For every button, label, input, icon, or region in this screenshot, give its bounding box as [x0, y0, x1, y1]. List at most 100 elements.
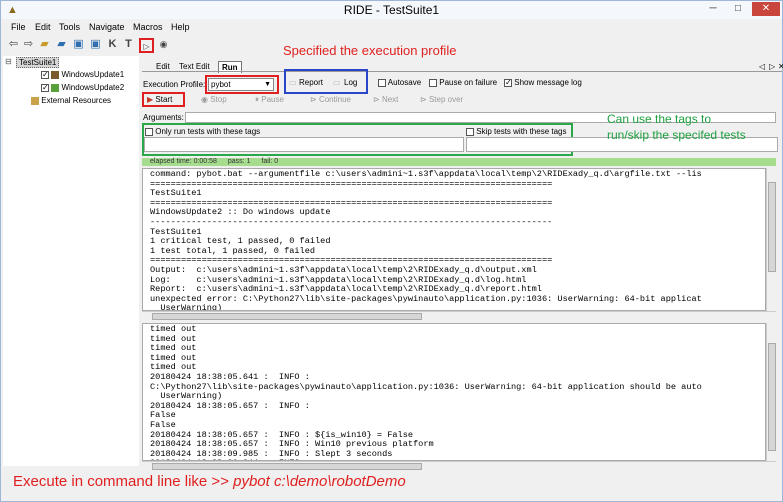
execution-profile-label: Execution Profile: — [143, 80, 206, 89]
tag-search-icon[interactable]: T — [122, 38, 135, 51]
testcase-pass-icon — [51, 83, 60, 92]
run-icon[interactable]: ▷ — [139, 38, 154, 53]
console-line: unexpected error: C:\Python27\lib\site-p… — [150, 293, 702, 304]
step-over-icon: ⊳ — [420, 95, 427, 104]
stop-button[interactable]: ◉ Stop — [201, 95, 227, 104]
next-icon: ⊳ — [373, 95, 380, 104]
show-message-log-checkbox[interactable]: ✓ — [504, 78, 512, 87]
pause-label: Pause — [261, 95, 284, 104]
fail-count: fail: 0 — [261, 158, 279, 165]
arrow-right-icon[interactable]: ⇨ — [22, 38, 35, 51]
annotation-command: pybot c:\demo\robotDemo — [233, 473, 406, 490]
start-label: Start — [155, 95, 173, 104]
tree-item-testsuite1[interactable]: TestSuite1 — [16, 57, 60, 68]
scrollbar-thumb[interactable] — [768, 182, 776, 272]
menu-help[interactable]: Help — [171, 22, 190, 32]
autosave-checkbox[interactable] — [378, 78, 386, 87]
checkbox-windowsupdate2[interactable]: ✓ — [41, 83, 49, 92]
console-line: ========================================… — [150, 178, 553, 189]
console-vertical-scrollbar[interactable] — [766, 168, 776, 311]
scrollbar-thumb[interactable] — [152, 463, 422, 470]
skip-tags-label: Skip tests with these tags — [476, 127, 567, 136]
keyword-search-icon[interactable]: K — [106, 38, 119, 51]
stop-icon[interactable]: ◉ — [157, 38, 170, 51]
open-folder-icon[interactable]: ▰ — [38, 38, 51, 51]
message-log[interactable]: timed out timed out timed out timed out time… — [142, 323, 766, 461]
close-button[interactable]: ✕ — [752, 2, 780, 16]
pause-on-failure-label: Pause on failure — [439, 78, 498, 87]
message-vertical-scrollbar[interactable] — [766, 323, 776, 461]
message-line: 20180424 18:38:05.657 : INFO : — [150, 400, 310, 411]
annotation-execution-profile: Specified the execution profile — [283, 43, 457, 58]
continue-icon: ⊳ — [310, 95, 317, 104]
menu-navigate[interactable]: Navigate — [89, 22, 125, 32]
title-bar: ▲ RIDE - TestSuite1 ─ □ ✕ — [1, 1, 782, 19]
save-icon[interactable]: ▣ — [72, 38, 85, 51]
tree-item-external-resources[interactable]: External Resources — [31, 96, 111, 105]
only-run-tags-option[interactable]: Only run tests with these tags — [145, 127, 260, 136]
stop-label: Stop — [210, 95, 227, 104]
skip-tags-option[interactable]: Skip tests with these tags — [466, 127, 567, 136]
console-line: ----------------------------------------… — [150, 216, 553, 227]
message-line: False — [150, 410, 176, 421]
step-over-button[interactable]: ⊳ Step over — [420, 95, 463, 104]
console-horizontal-scrollbar[interactable] — [142, 311, 776, 320]
annotation-tags-line2: run/skip the specifed tests — [607, 128, 746, 142]
only-run-tags-checkbox[interactable] — [145, 127, 153, 136]
menu-bar: File Edit Tools Navigate Macros Help — [1, 21, 782, 35]
message-line: timed out — [150, 324, 197, 334]
pause-on-failure-option[interactable]: Pause on failure — [429, 78, 497, 87]
save-all-icon[interactable]: ▣ — [89, 38, 102, 51]
tab-close-icon[interactable]: ✕ — [775, 61, 783, 72]
expand-collapse-icon[interactable]: ⊟ — [5, 57, 12, 66]
console-output[interactable]: command: pybot.bat --argumentfile c:\use… — [142, 168, 766, 311]
menu-macros[interactable]: Macros — [133, 22, 163, 32]
checkbox-windowsupdate1[interactable]: ✓ — [41, 70, 49, 79]
minimize-button[interactable]: ─ — [702, 2, 724, 16]
tree-item-label: WindowsUpdate1 — [61, 70, 125, 79]
step-over-label: Step over — [428, 95, 464, 104]
show-message-log-label: Show message log — [514, 78, 582, 87]
tab-divider — [142, 71, 782, 72]
show-message-log-option[interactable]: ✓ Show message log — [504, 78, 582, 87]
open-directory-icon[interactable]: ▰ — [55, 38, 68, 51]
testcase-icon — [51, 70, 60, 79]
skip-tags-checkbox[interactable] — [466, 127, 474, 136]
maximize-button[interactable]: □ — [727, 2, 749, 16]
tree-item-windowsupdate2[interactable]: ✓ WindowsUpdate2 — [41, 83, 124, 92]
message-line: timed out — [150, 333, 197, 344]
menu-file[interactable]: File — [11, 22, 26, 32]
message-line: timed out — [150, 352, 197, 363]
report-button[interactable]: Report — [299, 78, 323, 87]
continue-button[interactable]: ⊳ Continue — [310, 95, 351, 104]
scrollbar-thumb[interactable] — [152, 313, 422, 320]
next-button[interactable]: ⊳ Next — [373, 95, 398, 104]
scrollbar-thumb[interactable] — [768, 343, 776, 451]
window-title: RIDE - TestSuite1 — [343, 3, 440, 17]
menu-tools[interactable]: Tools — [59, 22, 80, 32]
log-button[interactable]: Log — [344, 78, 357, 87]
profile-highlight-box — [205, 75, 279, 94]
message-line: timed out — [150, 343, 197, 354]
message-horizontal-scrollbar[interactable] — [142, 461, 776, 470]
pause-button[interactable]: ⏸ Pause — [255, 95, 284, 105]
run-status-bar: elapsed time: 0:00:58 pass: 1 fail: 0 — [142, 158, 776, 166]
start-button[interactable]: ▶ Start — [147, 95, 172, 104]
only-run-tags-input[interactable] — [144, 137, 464, 152]
start-icon: ▶ — [147, 95, 154, 104]
console-line: UserWarning) — [150, 303, 223, 311]
elapsed-time: elapsed time: 0:00:58 — [150, 158, 217, 165]
folder-icon — [31, 96, 39, 105]
tree-item-windowsupdate1[interactable]: ✓ WindowsUpdate1 — [41, 70, 124, 79]
pause-on-failure-checkbox[interactable] — [429, 78, 437, 87]
report-icon: ▭ — [289, 78, 297, 87]
menu-edit[interactable]: Edit — [35, 22, 51, 32]
autosave-option[interactable]: Autosave — [378, 78, 421, 87]
tree-item-label: External Resources — [41, 96, 112, 105]
next-label: Next — [381, 95, 399, 104]
test-tree: ⊟ TestSuite1 ✓ WindowsUpdate1 ✓ WindowsU… — [3, 56, 139, 466]
stop-run-icon: ◉ — [201, 95, 208, 104]
annotation-tags-line1: Can use the tags to — [607, 112, 712, 126]
arrow-left-icon[interactable]: ⇦ — [7, 38, 20, 51]
log-icon: ▭ — [333, 78, 341, 87]
